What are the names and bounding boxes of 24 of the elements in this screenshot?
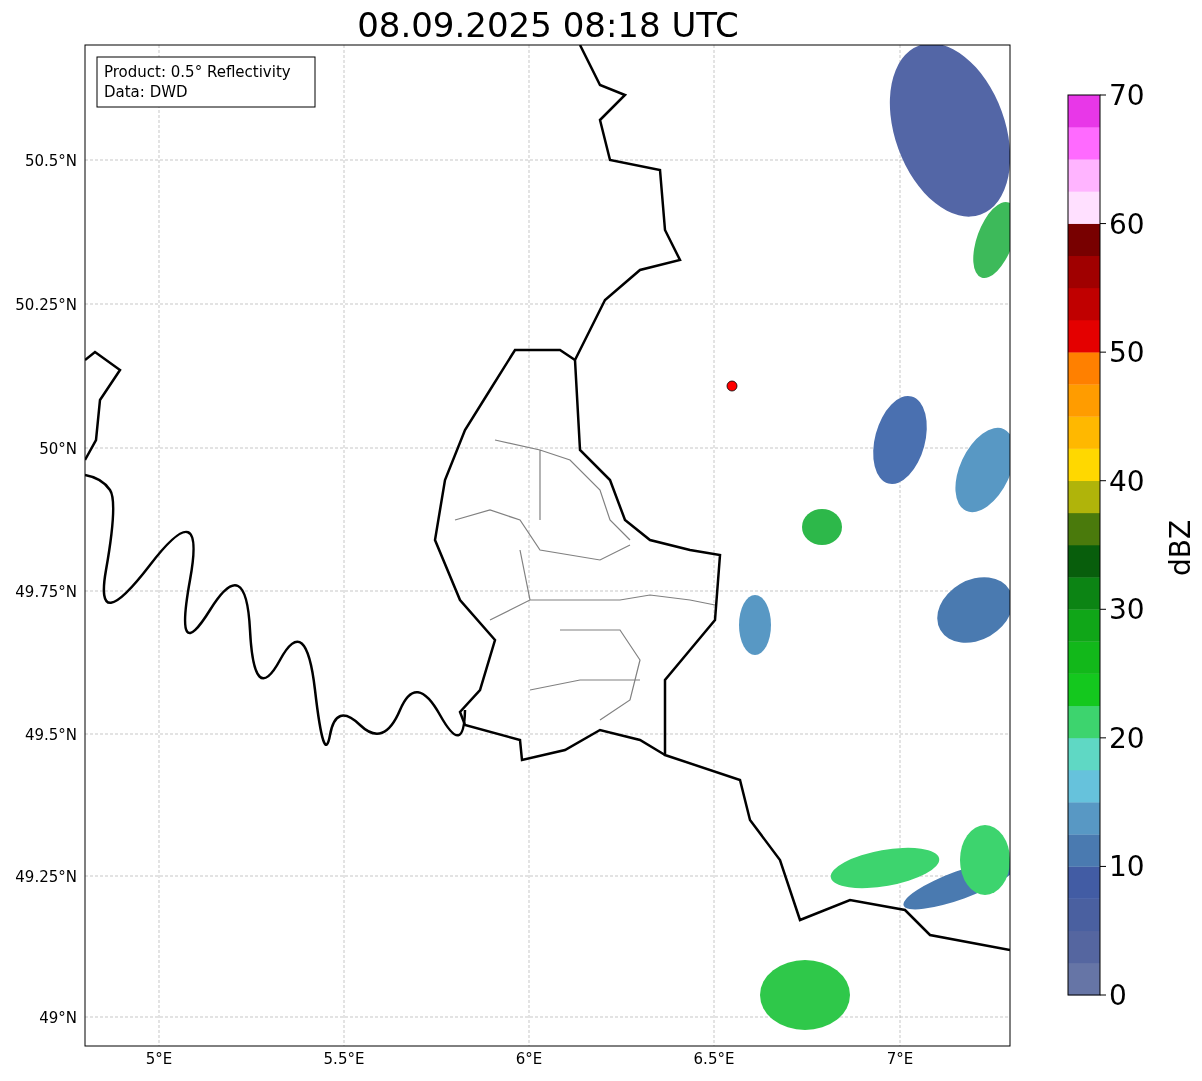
colorbar-tick-label: 30 — [1109, 593, 1145, 627]
latitude-label: 50°N — [39, 440, 77, 458]
latitude-label: 50.5°N — [24, 152, 77, 170]
colorbar-tick-label: 70 — [1109, 79, 1145, 112]
longitude-label: 6°E — [515, 1050, 543, 1068]
colorbar-tick-label: 40 — [1109, 464, 1145, 498]
info-text: Data: DWD — [104, 83, 188, 101]
longitude-label: 6.5°E — [693, 1050, 735, 1068]
longitude-label: 5°E — [145, 1050, 173, 1068]
latitude-label: 49.75°N — [15, 583, 77, 601]
latitude-label: 49°N — [39, 1009, 77, 1027]
colorbar-tick-label: 50 — [1109, 336, 1145, 370]
info-text: Product: 0.5° Reflectivity — [104, 63, 291, 81]
longitude-label: 7°E — [886, 1050, 914, 1068]
colorbar-tick-label: 20 — [1109, 721, 1145, 755]
chart-title: 08.09.2025 08:18 UTC — [357, 5, 739, 45]
colorbar-tick-label: 0 — [1109, 979, 1127, 1012]
colorbar-tick-label: 10 — [1109, 850, 1145, 884]
colorbar-tick-label: 60 — [1109, 207, 1145, 241]
colorbar-label: dBZ — [1164, 519, 1197, 577]
latitude-label: 49.25°N — [15, 868, 77, 886]
latitude-label: 49.5°N — [24, 726, 77, 744]
longitude-label: 5.5°E — [323, 1050, 365, 1068]
latitude-label: 50.25°N — [15, 296, 77, 314]
